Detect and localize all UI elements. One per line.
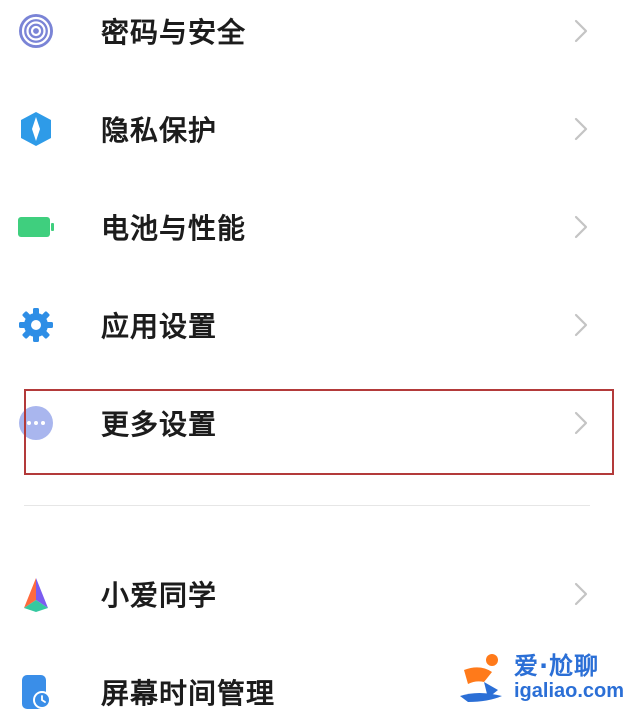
settings-item-label: 小爱同学 [101,579,218,612]
chevron-right-icon [570,214,592,240]
watermark-title: 爱·尬聊 [514,652,600,680]
settings-item-xiaoai[interactable]: 小爱同学 [0,545,624,643]
chevron-right-icon [570,410,592,436]
chevron-right-icon [570,18,592,44]
watermark: 爱·尬聊 igaliao.com [458,644,624,710]
chevron-right-icon [570,116,592,142]
chevron-right-icon [570,312,592,338]
battery-icon [16,207,56,247]
xiaoai-icon [16,574,56,614]
settings-item-label: 屏幕时间管理 [101,677,276,710]
settings-item-password-security[interactable]: 密码与安全 [0,0,624,80]
settings-item-privacy[interactable]: 隐私保护 [0,80,624,178]
settings-item-more-settings[interactable]: 更多设置 [0,374,624,472]
settings-item-label: 电池与性能 [101,212,247,245]
watermark-url: igaliao.com [514,680,624,702]
settings-screen: 密码与安全 隐私保护 电池与性能 应用设置 更多设置 小爱同学 屏幕时间管理 爱… [0,0,624,715]
screen-time-icon [16,672,56,712]
settings-item-label: 隐私保护 [101,114,218,147]
settings-item-app-settings[interactable]: 应用设置 [0,276,624,374]
gear-icon [16,305,56,345]
more-dots-icon [16,403,56,443]
settings-item-label: 更多设置 [101,408,218,441]
settings-item-label: 密码与安全 [101,16,247,49]
privacy-shield-icon [16,109,56,149]
watermark-logo-icon [458,650,514,704]
fingerprint-icon [16,11,56,51]
settings-item-label: 应用设置 [101,310,218,343]
chevron-right-icon [570,581,592,607]
settings-item-battery-performance[interactable]: 电池与性能 [0,178,624,276]
section-divider [24,505,590,506]
